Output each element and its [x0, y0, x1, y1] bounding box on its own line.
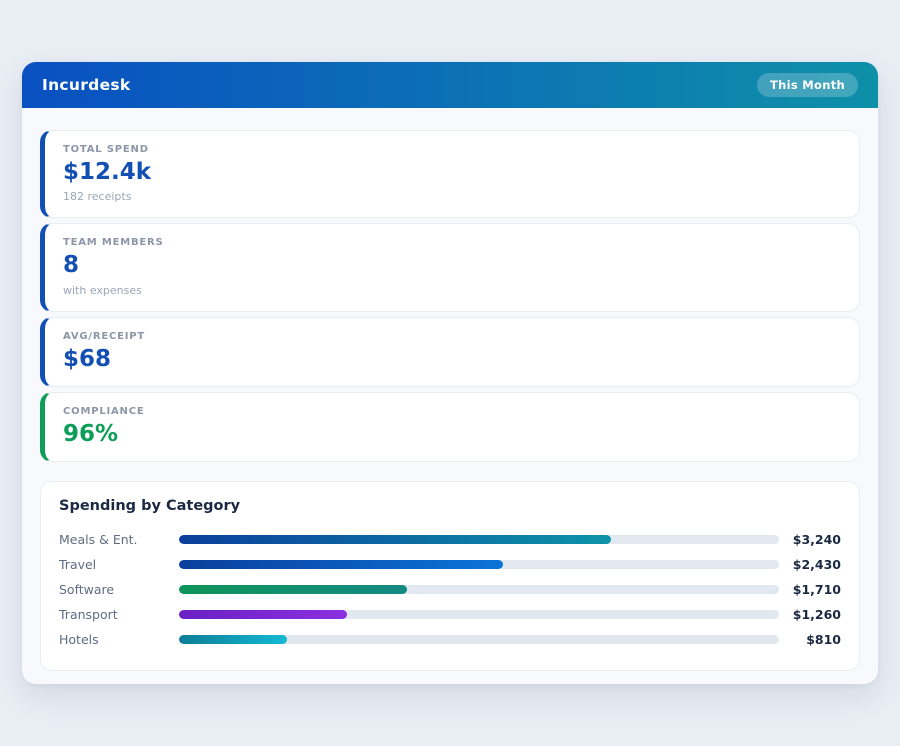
bar-value: $2,430 [779, 557, 841, 572]
category-label: Transport [59, 607, 179, 622]
category-label: Meals & Ent. [59, 532, 179, 547]
dashboard-window: Incurdesk This Month TOTAL SPEND $12.4k … [22, 62, 878, 684]
chart-row-software: Software $1,710 [59, 577, 841, 602]
stat-card-compliance: COMPLIANCE 96% [40, 392, 860, 462]
stat-label: AVG/RECEIPT [63, 331, 841, 342]
stat-value: 96% [63, 422, 841, 447]
chart-row-travel: Travel $2,430 [59, 552, 841, 577]
bar-fill [179, 635, 287, 644]
bar-value: $1,710 [779, 582, 841, 597]
app-header: Incurdesk This Month [22, 62, 878, 108]
bar-track [179, 585, 779, 594]
category-label: Software [59, 582, 179, 597]
stat-value: $68 [63, 347, 841, 372]
stat-card-total-spend: TOTAL SPEND $12.4k 182 receipts [40, 130, 860, 218]
bar-value: $3,240 [779, 532, 841, 547]
stat-subtext: with expenses [63, 284, 841, 297]
chart-title: Spending by Category [59, 498, 841, 514]
chart-row-hotels: Hotels $810 [59, 627, 841, 652]
chart-row-transport: Transport $1,260 [59, 602, 841, 627]
stat-label: COMPLIANCE [63, 406, 841, 417]
period-badge[interactable]: This Month [757, 73, 858, 97]
bar-track [179, 535, 779, 544]
bar-track [179, 635, 779, 644]
bar-fill [179, 560, 503, 569]
stat-card-avg-receipt: AVG/RECEIPT $68 [40, 317, 860, 387]
bar-fill [179, 610, 347, 619]
bar-track [179, 560, 779, 569]
app-title: Incurdesk [42, 76, 131, 94]
stat-label: TOTAL SPEND [63, 144, 841, 155]
chart-row-meals: Meals & Ent. $3,240 [59, 527, 841, 552]
category-label: Hotels [59, 632, 179, 647]
bar-fill [179, 535, 611, 544]
stat-value: 8 [63, 253, 841, 278]
bar-value: $810 [779, 632, 841, 647]
bar-track [179, 610, 779, 619]
stat-card-team-members: TEAM MEMBERS 8 with expenses [40, 223, 860, 311]
stat-subtext: 182 receipts [63, 190, 841, 203]
category-label: Travel [59, 557, 179, 572]
stat-label: TEAM MEMBERS [63, 237, 841, 248]
dashboard-body: TOTAL SPEND $12.4k 182 receipts TEAM MEM… [22, 108, 878, 692]
spending-by-category-card: Spending by Category Meals & Ent. $3,240… [40, 481, 860, 671]
bar-fill [179, 585, 407, 594]
stat-value: $12.4k [63, 160, 841, 185]
bar-value: $1,260 [779, 607, 841, 622]
